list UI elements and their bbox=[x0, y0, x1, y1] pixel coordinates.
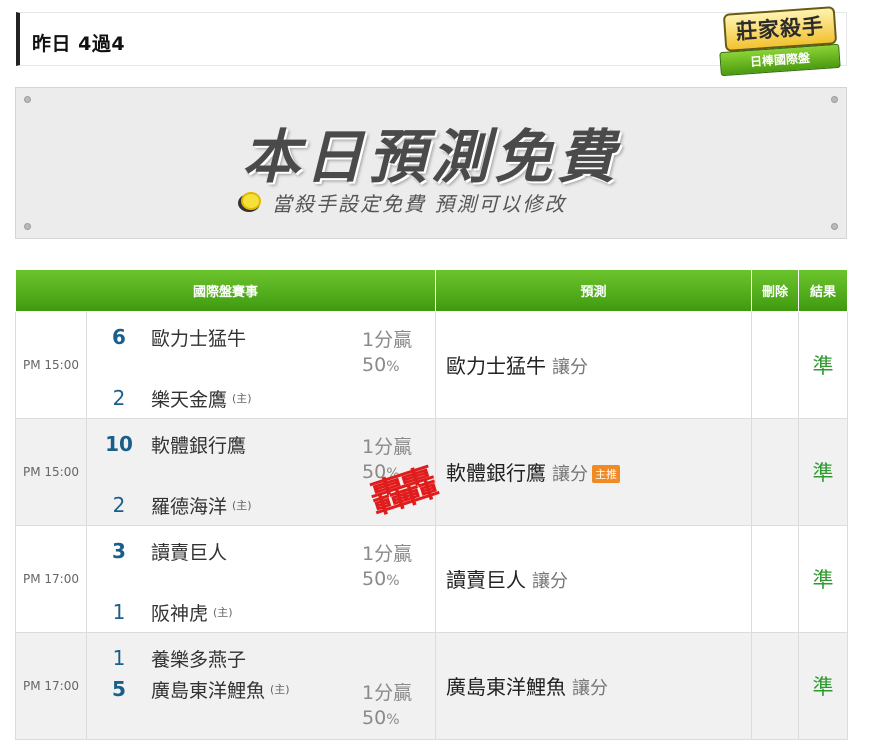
top-pick-badge: 主推 bbox=[592, 465, 621, 483]
home-team-name: 羅德海洋 bbox=[151, 495, 228, 518]
prediction-cell: 歐力士猛牛 讓分 bbox=[435, 310, 753, 419]
home-mark: (主) bbox=[213, 606, 233, 619]
handicap-text: 1分贏 bbox=[362, 435, 413, 458]
screw-icon bbox=[24, 223, 31, 230]
handicap-text: 1分贏 bbox=[362, 681, 413, 704]
table-row: PM 17:00 1 養樂多燕子 5 廣島東洋鯉魚 (主) 1分贏 50% 廣島… bbox=[15, 631, 849, 740]
game-time: PM 17:00 bbox=[15, 631, 87, 740]
away-score: 3 bbox=[112, 539, 126, 563]
pick-team: 讀賣巨人 bbox=[446, 568, 527, 592]
percent-unit: % bbox=[386, 358, 400, 375]
away-team-name: 歐力士猛牛 bbox=[151, 327, 247, 350]
game-time: PM 15:00 bbox=[15, 417, 87, 526]
away-team: 10 軟體銀行鷹 bbox=[87, 431, 246, 458]
delete-cell[interactable] bbox=[751, 524, 800, 633]
percent-value: 50 bbox=[362, 567, 387, 590]
banner-subline: 當殺手設定免費 預測可以修改 bbox=[272, 191, 567, 216]
screw-icon bbox=[831, 223, 838, 230]
handicap-text: 1分贏 bbox=[362, 328, 413, 351]
home-team: 2 樂天金鷹 (主) bbox=[87, 385, 252, 412]
header-result: 結果 bbox=[798, 270, 849, 312]
delete-cell[interactable] bbox=[751, 417, 800, 526]
home-score: 1 bbox=[112, 600, 126, 624]
match-cell: 1 養樂多燕子 5 廣島東洋鯉魚 (主) 1分贏 50% bbox=[85, 631, 437, 740]
away-team: 3 讀賣巨人 bbox=[87, 538, 227, 565]
header-delete: 刪除 bbox=[751, 270, 800, 312]
pick-team: 歐力士猛牛 bbox=[446, 354, 547, 378]
yesterday-record-title: 昨日 4過4 bbox=[32, 33, 126, 55]
home-team: 1 阪神虎 (主) bbox=[87, 599, 233, 626]
screw-icon bbox=[24, 96, 31, 103]
free-prediction-banner: 本日預測免費 當殺手設定免費 預測可以修改 bbox=[15, 87, 847, 239]
home-mark: (主) bbox=[270, 683, 290, 696]
header-match: 國際盤賽事 bbox=[14, 270, 437, 312]
game-time: PM 17:00 bbox=[15, 524, 87, 633]
away-score: 1 bbox=[112, 646, 126, 670]
pick-team: 廣島東洋鯉魚 bbox=[446, 675, 567, 699]
home-team: 2 羅德海洋 (主) bbox=[87, 492, 252, 519]
table-row: PM 15:00 6 歐力士猛牛 2 樂天金鷹 (主) 1分贏 50% 歐力士猛… bbox=[15, 310, 849, 419]
away-team: 6 歐力士猛牛 bbox=[87, 324, 246, 351]
percent-unit: % bbox=[386, 711, 400, 728]
home-team: 5 廣島東洋鯉魚 (主) bbox=[87, 676, 290, 703]
handicap-percent: 50% bbox=[362, 353, 412, 380]
lightbulb-icon bbox=[238, 190, 266, 214]
prediction-cell: 讀賣巨人 讓分 bbox=[435, 524, 753, 633]
home-score: 2 bbox=[112, 493, 126, 517]
result-status: 準 bbox=[798, 417, 849, 526]
result-status: 準 bbox=[798, 631, 849, 740]
pick-type: 讓分 bbox=[552, 464, 589, 485]
prediction-cell: 廣島東洋鯉魚 讓分 bbox=[435, 631, 753, 740]
delete-cell[interactable] bbox=[751, 310, 800, 419]
home-team-name: 樂天金鷹 bbox=[151, 388, 228, 411]
away-team-name: 讀賣巨人 bbox=[151, 541, 228, 564]
away-score: 6 bbox=[112, 325, 126, 349]
screw-icon bbox=[831, 96, 838, 103]
home-mark: (主) bbox=[232, 392, 252, 405]
banner-subline-row: 當殺手設定免費 預測可以修改 bbox=[238, 188, 566, 216]
percent-value: 50 bbox=[362, 706, 387, 729]
pick-type: 讓分 bbox=[572, 678, 609, 699]
away-team-name: 養樂多燕子 bbox=[151, 648, 247, 671]
home-team-name: 阪神虎 bbox=[151, 602, 209, 625]
result-status: 準 bbox=[798, 310, 849, 419]
match-cell: 6 歐力士猛牛 2 樂天金鷹 (主) 1分贏 50% bbox=[85, 310, 437, 419]
home-score: 5 bbox=[112, 677, 126, 701]
percent-value: 50 bbox=[362, 353, 387, 376]
prediction-cell: 軟體銀行鷹 讓分 主推 bbox=[435, 417, 753, 526]
site-logo[interactable]: 莊家殺手 日棒國際盤 bbox=[716, 4, 842, 80]
match-cell: 3 讀賣巨人 1 阪神虎 (主) 1分贏 50% bbox=[85, 524, 437, 633]
handicap-percent: 50% bbox=[362, 567, 412, 594]
percent-unit: % bbox=[386, 572, 400, 589]
handicap-line: 1分贏 50% bbox=[362, 681, 412, 733]
banner-headline: 本日預測免費 bbox=[241, 123, 620, 191]
home-score: 2 bbox=[112, 386, 126, 410]
handicap-line: 1分贏 50% bbox=[362, 328, 412, 380]
home-team-name: 廣島東洋鯉魚 bbox=[151, 679, 266, 702]
away-team-name: 軟體銀行鷹 bbox=[151, 434, 247, 457]
home-mark: (主) bbox=[232, 499, 252, 512]
away-score: 10 bbox=[105, 432, 133, 456]
pick-type: 讓分 bbox=[552, 357, 589, 378]
pick-type: 讓分 bbox=[532, 571, 569, 592]
result-status: 準 bbox=[798, 524, 849, 633]
game-time: PM 15:00 bbox=[15, 310, 87, 419]
away-team: 1 養樂多燕子 bbox=[87, 645, 246, 672]
logo-main-text: 莊家殺手 bbox=[735, 13, 825, 45]
handicap-percent: 50% bbox=[362, 706, 412, 733]
delete-cell[interactable] bbox=[751, 631, 800, 740]
header-prediction: 預測 bbox=[435, 270, 753, 312]
